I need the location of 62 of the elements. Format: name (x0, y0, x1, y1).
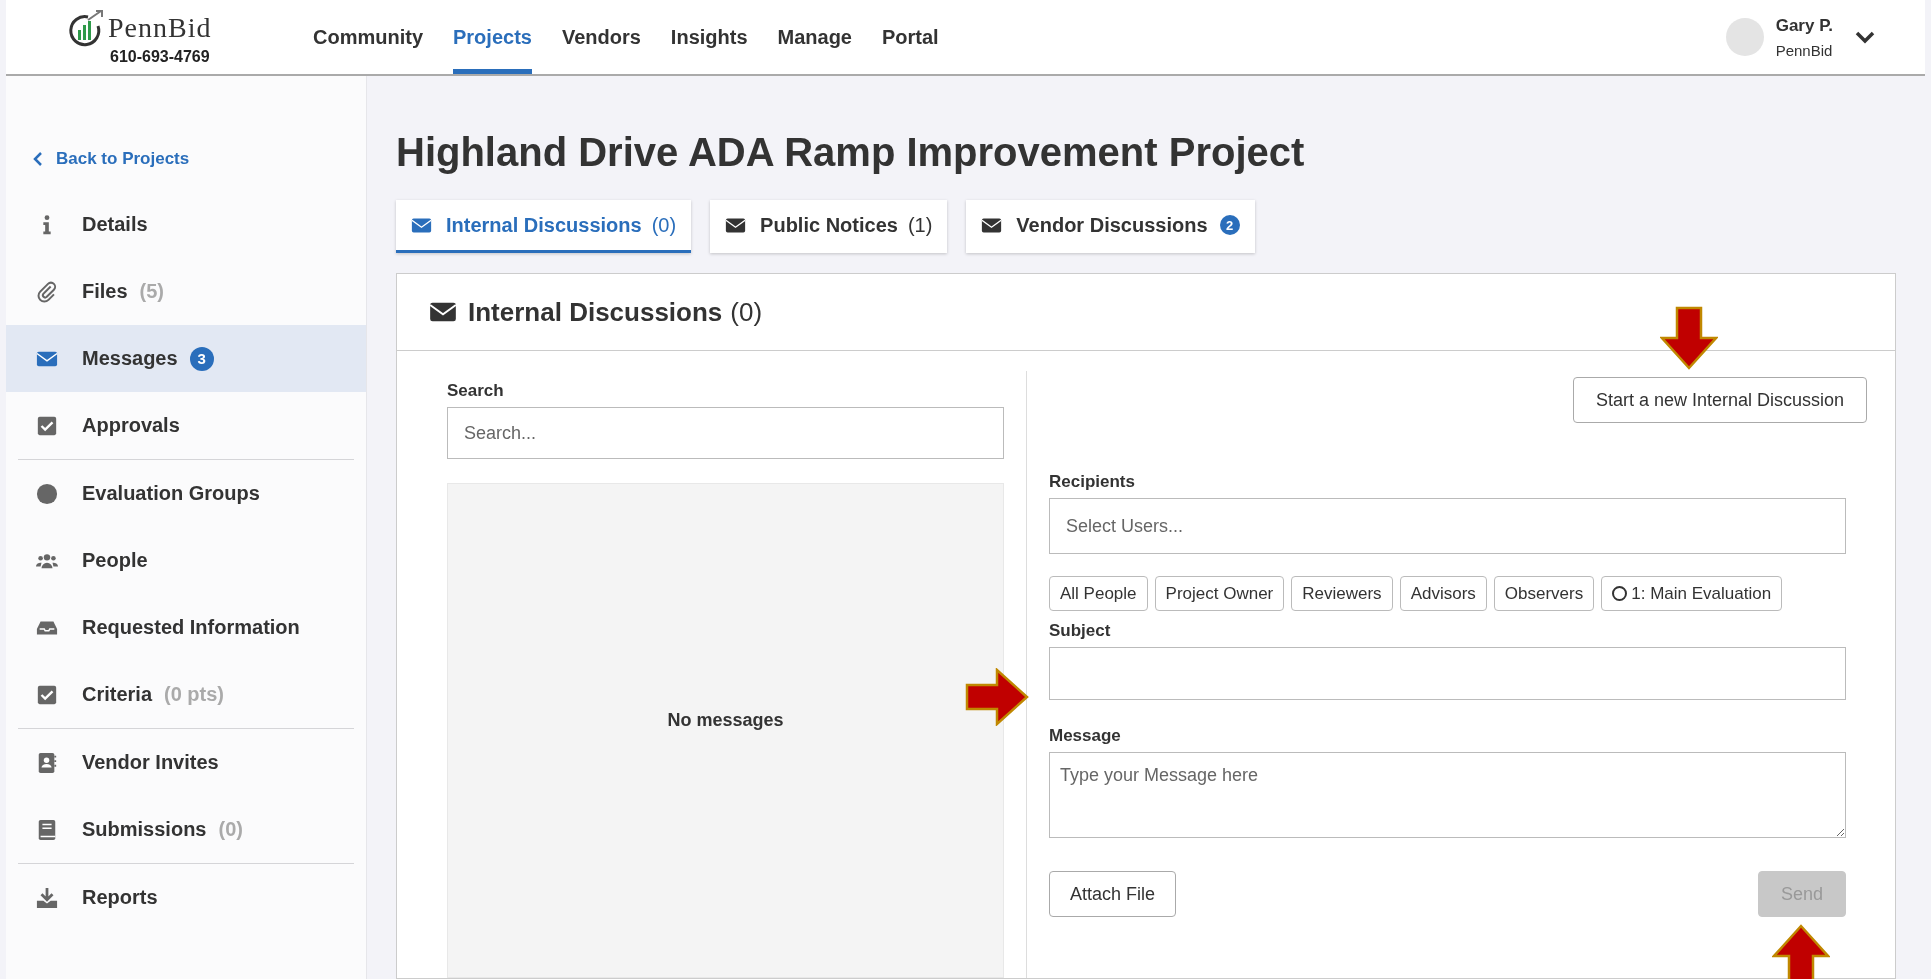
back-link[interactable]: Back to Projects (32, 149, 190, 169)
chevron-down-icon[interactable] (1855, 30, 1875, 44)
circle-icon (1612, 586, 1628, 601)
paperclip-icon (36, 280, 58, 303)
sidebar-item[interactable]: Approvals (6, 392, 366, 459)
avatar (1725, 18, 1764, 56)
callout-arrow (1772, 924, 1830, 979)
chevron-left-icon (32, 151, 44, 167)
checkbox-icon (36, 683, 58, 706)
tab[interactable]: Vendor Discussions 2 (966, 200, 1255, 253)
recipient-group-button[interactable]: Advisors (1399, 576, 1487, 611)
callout-arrow (965, 668, 1029, 726)
user-name: Gary P. (1775, 15, 1833, 36)
search-field[interactable]: Search... (447, 407, 1004, 459)
user-organization: PennBid (1775, 41, 1833, 59)
phone-number: 610-693-4769 (110, 48, 211, 66)
sidebar-item[interactable]: Evaluation Groups (6, 460, 366, 527)
count-badge: 2 (1219, 215, 1240, 235)
nav-link[interactable]: Vendors (561, 0, 641, 74)
empty-message: No messages (667, 710, 784, 731)
logo-wordmark: PennBid (108, 12, 212, 44)
sidebar-item[interactable]: Vendor Invites (6, 729, 366, 796)
nav-link[interactable]: Community (313, 0, 423, 74)
book-icon (36, 818, 58, 841)
sidebar-item[interactable]: Criteria (0 pts) (6, 661, 366, 728)
checkbox-icon (36, 414, 58, 437)
circle-icon (36, 482, 58, 505)
logo-icon (68, 8, 106, 48)
recipient-group-button[interactable]: Observers (1493, 576, 1595, 611)
recipient-group-button[interactable]: 1: Main Evaluation (1601, 576, 1783, 611)
attach-file-button[interactable]: Attach File (1049, 871, 1177, 917)
message-field[interactable]: Type your Message here (1049, 752, 1846, 838)
nav-link[interactable]: Portal (882, 0, 939, 74)
field-label: Subject (1049, 621, 1112, 641)
count-badge: 3 (189, 346, 214, 371)
recipient-group-button[interactable]: Reviewers (1291, 576, 1393, 611)
field-label: Search (447, 381, 505, 401)
panel-count: (0) (730, 296, 763, 328)
new-discussion-button[interactable]: Start a new Internal Discussion (1572, 377, 1867, 423)
recipient-group-button[interactable]: Project Owner (1154, 576, 1285, 611)
sidebar-item[interactable]: Messages 3 (6, 325, 366, 392)
page-title: Highland Drive ADA Ramp Improvement Project (396, 130, 1306, 176)
callout-arrow (1660, 306, 1718, 370)
field-label: Message (1049, 726, 1122, 746)
sidebar-item[interactable]: Submissions (0) (6, 796, 366, 863)
contact-icon (36, 751, 58, 774)
subject-field[interactable] (1049, 647, 1846, 700)
recipients-field[interactable]: Select Users... (1049, 498, 1846, 554)
recipient-group-button[interactable]: All People (1049, 576, 1148, 611)
download-icon (36, 886, 58, 909)
nav-link[interactable]: Insights (670, 0, 748, 74)
tab[interactable]: Internal Discussions (0) (396, 200, 692, 253)
field-label: Recipients (1049, 472, 1136, 492)
sidebar-item[interactable]: Files (5) (6, 258, 366, 325)
sidebar-item[interactable]: People (6, 527, 366, 594)
panel-title: Internal Discussions (468, 296, 723, 328)
sidebar-item[interactable]: Requested Information (6, 594, 366, 661)
nav-link[interactable]: Projects (453, 0, 532, 74)
sidebar-item[interactable]: Reports (6, 864, 366, 931)
sidebar-item[interactable]: Details (6, 191, 366, 258)
tab[interactable]: Public Notices (1) (710, 200, 948, 253)
nav-link[interactable]: Manage (777, 0, 852, 74)
